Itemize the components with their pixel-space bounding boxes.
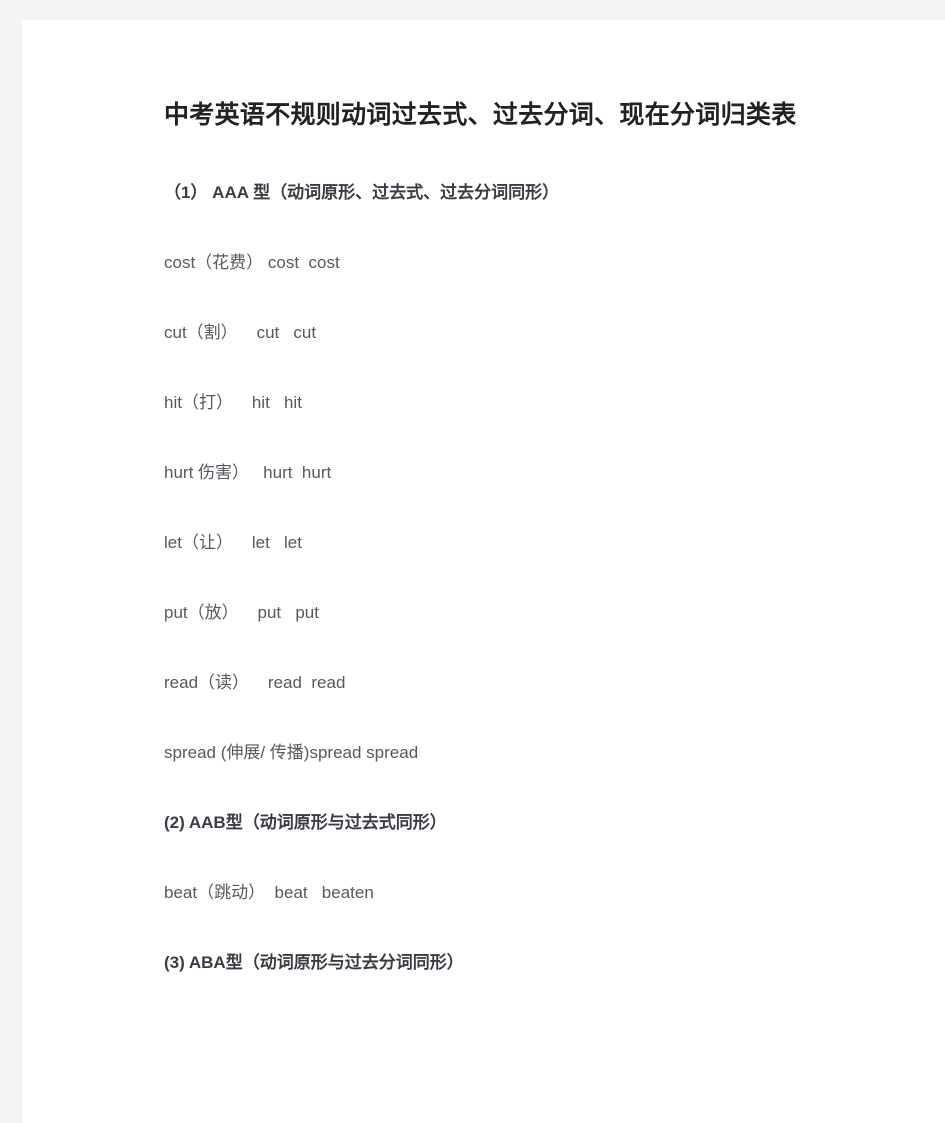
verb-row: cut（割） cut cut bbox=[164, 323, 317, 342]
section-heading-aaa: （1） AAA 型（动词原形、过去式、过去分词同形） bbox=[164, 183, 560, 202]
verb-row: spread (伸展/ 传播)spread spread bbox=[164, 743, 419, 762]
verb-row: put（放） put put bbox=[164, 603, 319, 622]
verb-row: beat（跳动） beat beaten bbox=[164, 883, 374, 902]
section-heading-aab: (2) AAB型（动词原形与过去式同形） bbox=[164, 813, 447, 832]
document-content: 中考英语不规则动词过去式、过去分词、现在分词归类表 （1） AAA 型（动词原形… bbox=[164, 95, 864, 977]
page-title: 中考英语不规则动词过去式、过去分词、现在分词归类表 bbox=[164, 101, 797, 129]
verb-row: let（让） let let bbox=[164, 533, 302, 552]
section-heading-aba: (3) ABA型（动词原形与过去分词同形） bbox=[164, 953, 464, 972]
verb-row: hit（打） hit hit bbox=[164, 393, 302, 412]
verb-row: read（读） read read bbox=[164, 673, 346, 692]
verb-row: hurt 伤害） hurt hurt bbox=[164, 463, 332, 482]
document-page: 中考英语不规则动词过去式、过去分词、现在分词归类表 （1） AAA 型（动词原形… bbox=[22, 20, 945, 1123]
verb-row: cost（花费） cost cost bbox=[164, 253, 340, 272]
